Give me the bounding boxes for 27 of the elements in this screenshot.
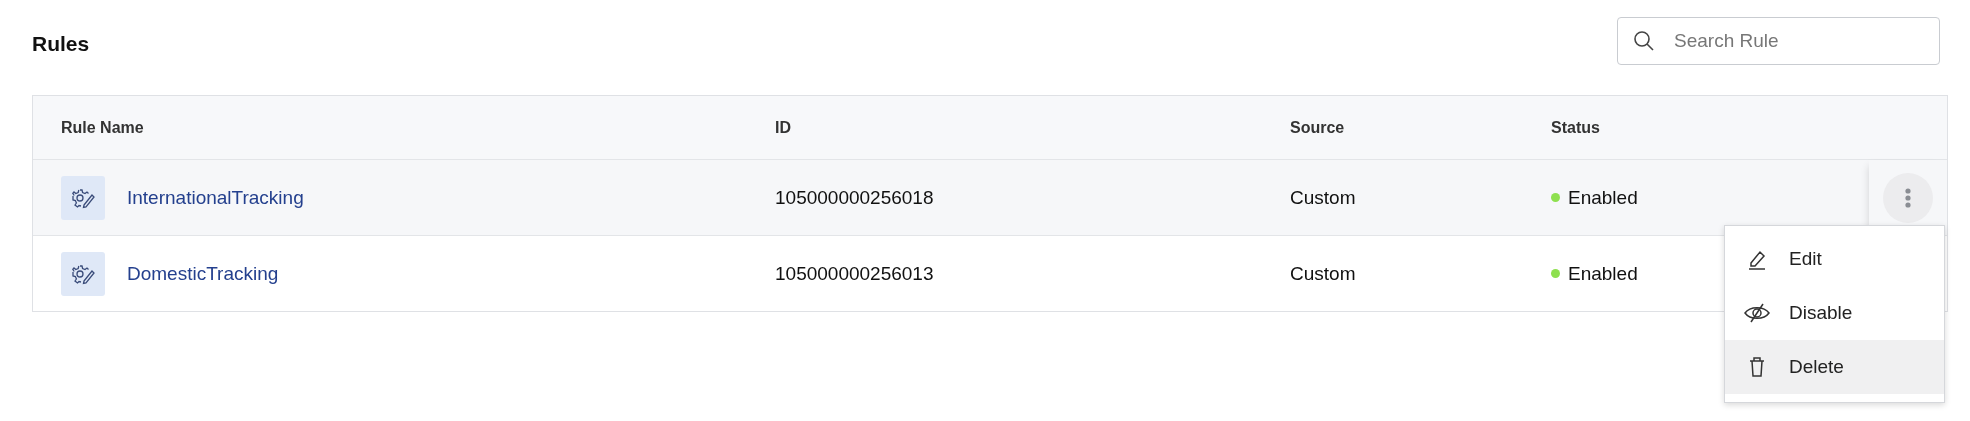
rule-name-link[interactable]: InternationalTracking — [127, 186, 304, 209]
gear-pencil-icon — [61, 251, 105, 296]
table-cell-text: Custom — [1289, 186, 1357, 209]
status-dot — [1551, 269, 1560, 278]
column-header: Status — [1550, 118, 1601, 137]
gear-pencil-icon — [61, 175, 105, 220]
pencil-icon — [1746, 248, 1768, 270]
rule-name-link[interactable]: DomesticTracking — [127, 262, 279, 285]
table-cell-text: Custom — [1289, 262, 1357, 285]
status-text: Enabled — [1568, 186, 1638, 209]
menu-item[interactable]: Edit — [1725, 232, 1944, 286]
eye-slash-icon — [1743, 302, 1771, 324]
search-icon — [1633, 30, 1655, 52]
menu-item[interactable]: Delete — [1725, 340, 1944, 394]
column-header: Source — [1289, 118, 1346, 137]
column-header: ID — [774, 118, 792, 137]
page-title: Rules — [32, 31, 90, 56]
column-header: Rule Name — [60, 118, 145, 137]
menu-item[interactable]: Disable — [1725, 286, 1944, 340]
search-field[interactable]: Search Rule — [1617, 17, 1940, 65]
more-icon — [1904, 186, 1912, 209]
status-dot — [1551, 193, 1560, 202]
trash-icon — [1748, 356, 1766, 378]
table-cell-text: 105000000256018 — [774, 186, 935, 209]
table-cell-text: 105000000256013 — [774, 262, 935, 285]
status-text: Enabled — [1568, 262, 1638, 285]
more-options-button[interactable] — [1883, 172, 1933, 223]
